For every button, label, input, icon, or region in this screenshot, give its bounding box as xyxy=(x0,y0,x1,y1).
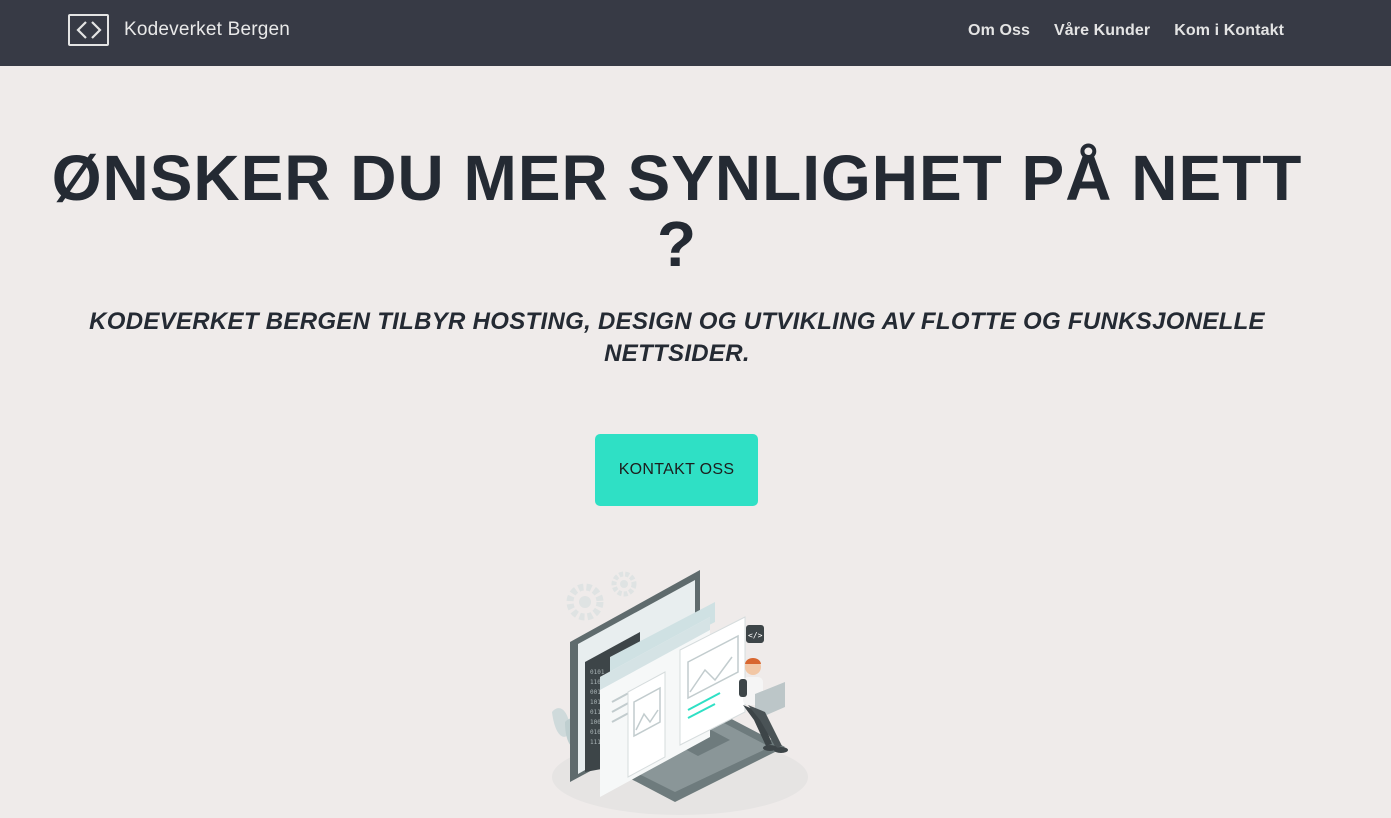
brand-name: Kodeverket Bergen xyxy=(124,19,291,40)
hero-title-text: ØNSKER DU MER SYNLIGHET PÅ NETT xyxy=(51,142,1303,214)
navbar: Kodeverket Bergen Om Oss Våre Kunder Kom… xyxy=(0,0,1391,66)
nav-link-kom-i-kontakt[interactable]: Kom i Kontakt xyxy=(1174,22,1284,40)
code-brackets-icon xyxy=(68,14,109,46)
nav-link-vare-kunder[interactable]: Våre Kunder xyxy=(1054,22,1150,40)
hero-title-question-mark: ? xyxy=(656,208,698,280)
hero-subtitle: KODEVERKET BERGEN TILBYR HOSTING, DESIGN… xyxy=(89,308,1265,367)
nav-link-om-oss[interactable]: Om Oss xyxy=(968,22,1030,40)
brand-link[interactable]: Kodeverket Bergen xyxy=(68,14,290,46)
nav-links: Om Oss Våre Kunder Kom i Kontakt xyxy=(968,0,1284,62)
web-development-illustration: 0101 1101 0011 1010 0110 1001 0101 1110 xyxy=(540,562,810,818)
svg-text:</>: </> xyxy=(748,631,763,640)
contact-us-button[interactable]: KONTAKT OSS xyxy=(595,434,758,506)
hero-title: ØNSKER DU MER SYNLIGHET PÅ NETT ? xyxy=(0,145,1354,277)
svg-text:0101: 0101 xyxy=(590,669,605,676)
